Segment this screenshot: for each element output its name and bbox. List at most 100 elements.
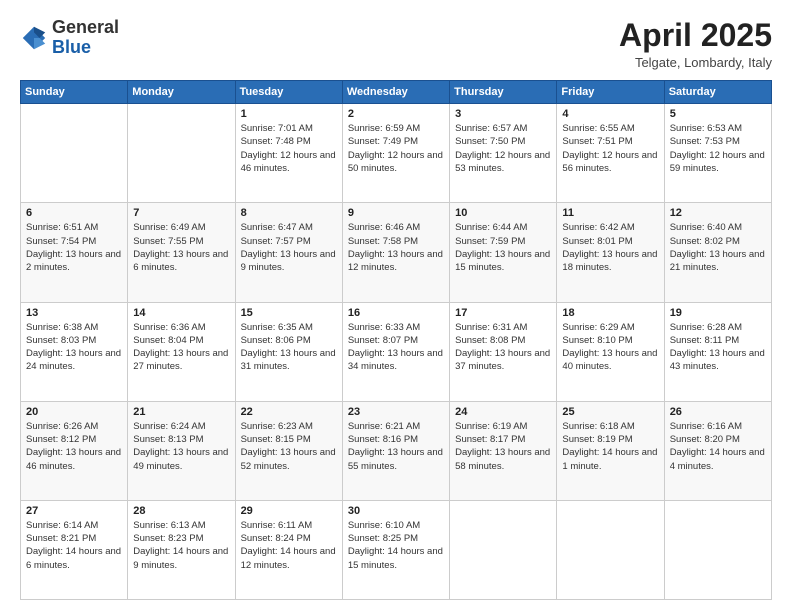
table-row: 3 Sunrise: 6:57 AM Sunset: 7:50 PM Daylig… <box>450 104 557 203</box>
table-row: 8Sunrise: 6:47 AM Sunset: 7:57 PM Daylig… <box>235 203 342 302</box>
day-info: Sunrise: 6:40 AM Sunset: 8:02 PM Dayligh… <box>670 221 766 274</box>
day-info: Sunrise: 6:57 AM Sunset: 7:50 PM Dayligh… <box>455 122 551 175</box>
day-number: 6 <box>26 207 122 219</box>
table-row: 12 Sunrise: 6:40 AM Sunset: 8:02 PM Dayli… <box>664 203 771 302</box>
day-info: Sunrise: 6:47 AM Sunset: 7:57 PM Dayligh… <box>241 221 337 274</box>
day-number: 12 <box>670 207 766 219</box>
day-number: 24 <box>455 406 551 418</box>
table-row: 5 Sunrise: 6:53 AM Sunset: 7:53 PM Daylig… <box>664 104 771 203</box>
day-info: Sunrise: 6:44 AM Sunset: 7:59 PM Dayligh… <box>455 221 551 274</box>
day-number: 4 <box>562 108 658 120</box>
table-row: 18 Sunrise: 6:29 AM Sunset: 8:10 PM Dayli… <box>557 302 664 401</box>
col-wednesday: Wednesday <box>342 81 449 104</box>
table-row: 7 Sunrise: 6:49 AM Sunset: 7:55 PM Daylig… <box>128 203 235 302</box>
day-number: 18 <box>562 307 658 319</box>
day-info: Sunrise: 6:18 AM Sunset: 8:19 PM Dayligh… <box>562 420 658 473</box>
table-row: 11 Sunrise: 6:42 AM Sunset: 8:01 PM Dayli… <box>557 203 664 302</box>
day-info: Sunrise: 6:38 AM Sunset: 8:03 PM Dayligh… <box>26 321 122 374</box>
day-info: Sunrise: 6:16 AM Sunset: 8:20 PM Dayligh… <box>670 420 766 473</box>
table-row: 16Sunrise: 6:33 AM Sunset: 8:07 PM Dayli… <box>342 302 449 401</box>
day-number: 22 <box>241 406 337 418</box>
day-info: Sunrise: 6:10 AM Sunset: 8:25 PM Dayligh… <box>348 519 444 572</box>
table-row: 14 Sunrise: 6:36 AM Sunset: 8:04 PM Dayli… <box>128 302 235 401</box>
day-number: 14 <box>133 307 229 319</box>
day-info: Sunrise: 6:24 AM Sunset: 8:13 PM Dayligh… <box>133 420 229 473</box>
day-info: Sunrise: 6:19 AM Sunset: 8:17 PM Dayligh… <box>455 420 551 473</box>
day-number: 30 <box>348 505 444 517</box>
day-info: Sunrise: 6:46 AM Sunset: 7:58 PM Dayligh… <box>348 221 444 274</box>
logo-text: General Blue <box>52 18 119 58</box>
table-row: 2 Sunrise: 6:59 AM Sunset: 7:49 PM Daylig… <box>342 104 449 203</box>
table-row: 1 Sunrise: 7:01 AM Sunset: 7:48 PM Daylig… <box>235 104 342 203</box>
day-info: Sunrise: 6:53 AM Sunset: 7:53 PM Dayligh… <box>670 122 766 175</box>
day-number: 9 <box>348 207 444 219</box>
day-number: 15 <box>241 307 337 319</box>
table-row: 20 Sunrise: 6:26 AM Sunset: 8:12 PM Dayli… <box>21 401 128 500</box>
day-info: Sunrise: 6:55 AM Sunset: 7:51 PM Dayligh… <box>562 122 658 175</box>
day-number: 25 <box>562 406 658 418</box>
day-info: Sunrise: 6:14 AM Sunset: 8:21 PM Dayligh… <box>26 519 122 572</box>
table-row <box>450 500 557 599</box>
day-number: 7 <box>133 207 229 219</box>
day-number: 11 <box>562 207 658 219</box>
col-sunday: Sunday <box>21 81 128 104</box>
day-info: Sunrise: 6:29 AM Sunset: 8:10 PM Dayligh… <box>562 321 658 374</box>
col-friday: Friday <box>557 81 664 104</box>
day-info: Sunrise: 6:33 AM Sunset: 8:07 PM Dayligh… <box>348 321 444 374</box>
location: Telgate, Lombardy, Italy <box>619 55 772 70</box>
day-number: 17 <box>455 307 551 319</box>
day-number: 5 <box>670 108 766 120</box>
table-row: 22 Sunrise: 6:23 AM Sunset: 8:15 PM Dayli… <box>235 401 342 500</box>
table-row: 19Sunrise: 6:28 AM Sunset: 8:11 PM Dayli… <box>664 302 771 401</box>
col-saturday: Saturday <box>664 81 771 104</box>
day-info: Sunrise: 6:51 AM Sunset: 7:54 PM Dayligh… <box>26 221 122 274</box>
day-info: Sunrise: 6:59 AM Sunset: 7:49 PM Dayligh… <box>348 122 444 175</box>
table-row <box>21 104 128 203</box>
day-info: Sunrise: 6:26 AM Sunset: 8:12 PM Dayligh… <box>26 420 122 473</box>
header: General Blue April 2025 Telgate, Lombard… <box>20 18 772 70</box>
table-row: 25 Sunrise: 6:18 AM Sunset: 8:19 PM Dayli… <box>557 401 664 500</box>
table-row: 23 Sunrise: 6:21 AM Sunset: 8:16 PM Dayli… <box>342 401 449 500</box>
logo-icon <box>20 24 48 52</box>
day-info: Sunrise: 6:31 AM Sunset: 8:08 PM Dayligh… <box>455 321 551 374</box>
day-info: Sunrise: 6:21 AM Sunset: 8:16 PM Dayligh… <box>348 420 444 473</box>
day-number: 21 <box>133 406 229 418</box>
month-title: April 2025 <box>619 18 772 53</box>
day-number: 3 <box>455 108 551 120</box>
day-info: Sunrise: 6:49 AM Sunset: 7:55 PM Dayligh… <box>133 221 229 274</box>
table-row: 10Sunrise: 6:44 AM Sunset: 7:59 PM Dayli… <box>450 203 557 302</box>
table-row: 13Sunrise: 6:38 AM Sunset: 8:03 PM Dayli… <box>21 302 128 401</box>
day-info: Sunrise: 6:23 AM Sunset: 8:15 PM Dayligh… <box>241 420 337 473</box>
day-info: Sunrise: 6:13 AM Sunset: 8:23 PM Dayligh… <box>133 519 229 572</box>
table-row: 30 Sunrise: 6:10 AM Sunset: 8:25 PM Dayli… <box>342 500 449 599</box>
day-number: 23 <box>348 406 444 418</box>
day-info: Sunrise: 7:01 AM Sunset: 7:48 PM Dayligh… <box>241 122 337 175</box>
day-number: 1 <box>241 108 337 120</box>
table-row: 27 Sunrise: 6:14 AM Sunset: 8:21 PM Dayli… <box>21 500 128 599</box>
calendar-body: 1 Sunrise: 7:01 AM Sunset: 7:48 PM Daylig… <box>21 104 772 600</box>
title-block: April 2025 Telgate, Lombardy, Italy <box>619 18 772 70</box>
table-row: 17 Sunrise: 6:31 AM Sunset: 8:08 PM Dayli… <box>450 302 557 401</box>
day-number: 29 <box>241 505 337 517</box>
day-number: 20 <box>26 406 122 418</box>
col-thursday: Thursday <box>450 81 557 104</box>
day-info: Sunrise: 6:42 AM Sunset: 8:01 PM Dayligh… <box>562 221 658 274</box>
table-row: 26 Sunrise: 6:16 AM Sunset: 8:20 PM Dayli… <box>664 401 771 500</box>
table-row: 6 Sunrise: 6:51 AM Sunset: 7:54 PM Daylig… <box>21 203 128 302</box>
day-info: Sunrise: 6:36 AM Sunset: 8:04 PM Dayligh… <box>133 321 229 374</box>
day-number: 27 <box>26 505 122 517</box>
logo: General Blue <box>20 18 119 58</box>
col-tuesday: Tuesday <box>235 81 342 104</box>
table-row <box>664 500 771 599</box>
day-number: 28 <box>133 505 229 517</box>
day-number: 2 <box>348 108 444 120</box>
table-row: 4 Sunrise: 6:55 AM Sunset: 7:51 PM Daylig… <box>557 104 664 203</box>
day-number: 19 <box>670 307 766 319</box>
table-row: 24 Sunrise: 6:19 AM Sunset: 8:17 PM Dayli… <box>450 401 557 500</box>
day-number: 26 <box>670 406 766 418</box>
table-row: 21 Sunrise: 6:24 AM Sunset: 8:13 PM Dayli… <box>128 401 235 500</box>
table-row <box>557 500 664 599</box>
table-row: 28 Sunrise: 6:13 AM Sunset: 8:23 PM Dayli… <box>128 500 235 599</box>
table-row: 9 Sunrise: 6:46 AM Sunset: 7:58 PM Daylig… <box>342 203 449 302</box>
col-monday: Monday <box>128 81 235 104</box>
